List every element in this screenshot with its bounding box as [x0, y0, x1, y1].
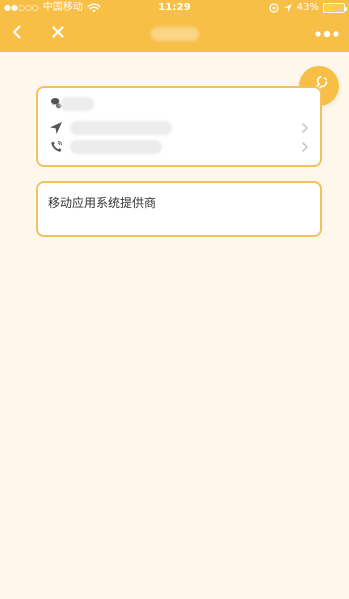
wechat-row[interactable]	[48, 95, 310, 113]
phone-value	[70, 140, 162, 154]
battery-percent: 43%	[296, 2, 319, 13]
company-description-card: 移动应用系统提供商	[36, 181, 322, 237]
status-bar: ●●○○○ 中国移动 11:29 43%	[0, 0, 349, 15]
company-description: 移动应用系统提供商	[48, 196, 157, 210]
location-arrow-icon	[283, 3, 293, 13]
battery-level	[325, 4, 334, 11]
navigation-bar	[0, 15, 349, 52]
title-text	[150, 26, 199, 41]
phone-row[interactable]	[48, 138, 310, 156]
location-arrow-icon	[48, 120, 64, 136]
phone-icon	[48, 139, 64, 155]
orientation-lock-icon	[269, 2, 279, 13]
location-value	[70, 121, 172, 135]
page-title	[0, 15, 349, 52]
chevron-right-icon	[300, 119, 310, 137]
chevron-right-icon	[300, 138, 310, 156]
app-screen: ●●○○○ 中国移动 11:29 43% 移动应用系统提供商	[0, 0, 349, 599]
contact-info-card	[36, 86, 322, 167]
battery-icon	[323, 2, 347, 13]
wechat-value	[60, 97, 94, 111]
top-bar: ●●○○○ 中国移动 11:29 43%	[0, 0, 349, 52]
status-right: 43%	[269, 0, 347, 15]
more-options-button[interactable]	[313, 22, 341, 46]
location-row[interactable]	[48, 119, 310, 137]
more-dots-icon	[313, 25, 341, 44]
